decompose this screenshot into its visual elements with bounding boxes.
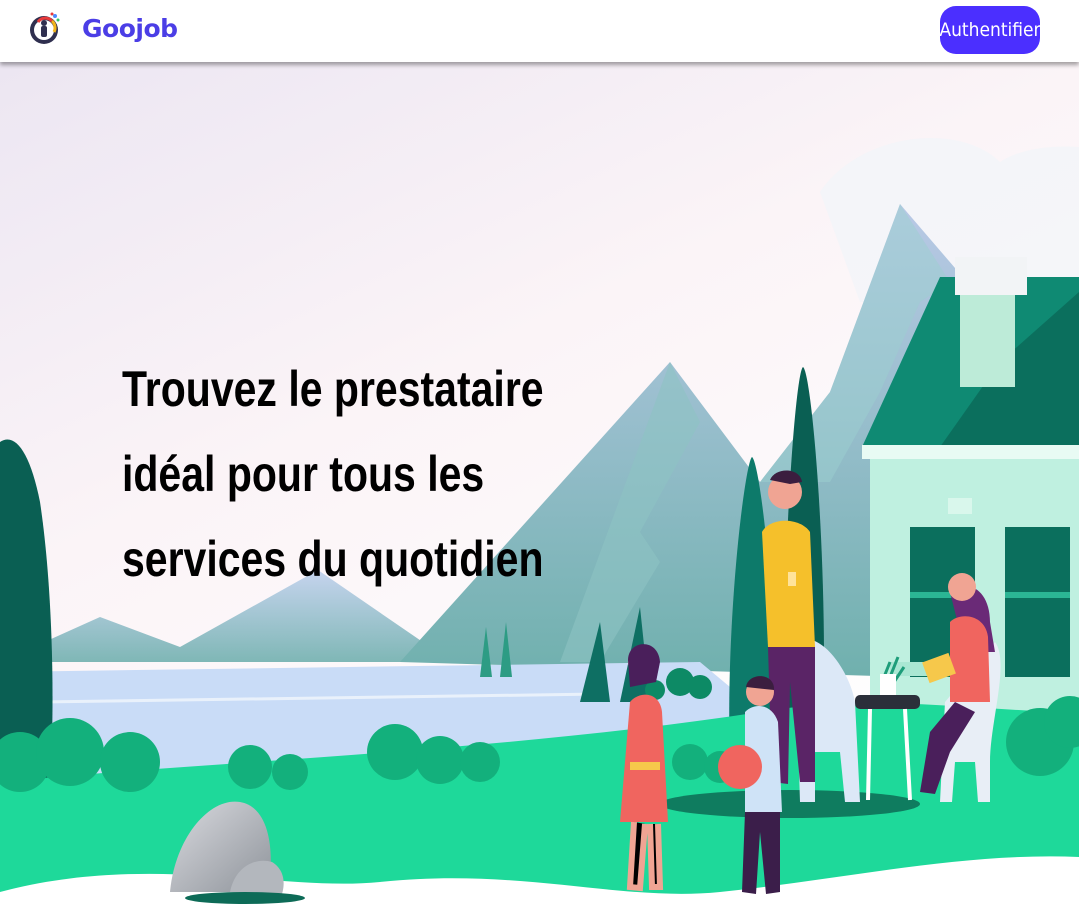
hero-section: Trouvez le prestataire idéal pour tous l… (0, 62, 1079, 913)
hero-headline: Trouvez le prestataire idéal pour tous l… (122, 361, 544, 587)
goojob-logo-icon[interactable] (30, 12, 60, 46)
authenticate-button[interactable]: Authentifier (939, 6, 1041, 54)
top-navbar: Goojob Authentifier (0, 0, 1079, 62)
brand-name[interactable]: Goojob (82, 14, 178, 43)
